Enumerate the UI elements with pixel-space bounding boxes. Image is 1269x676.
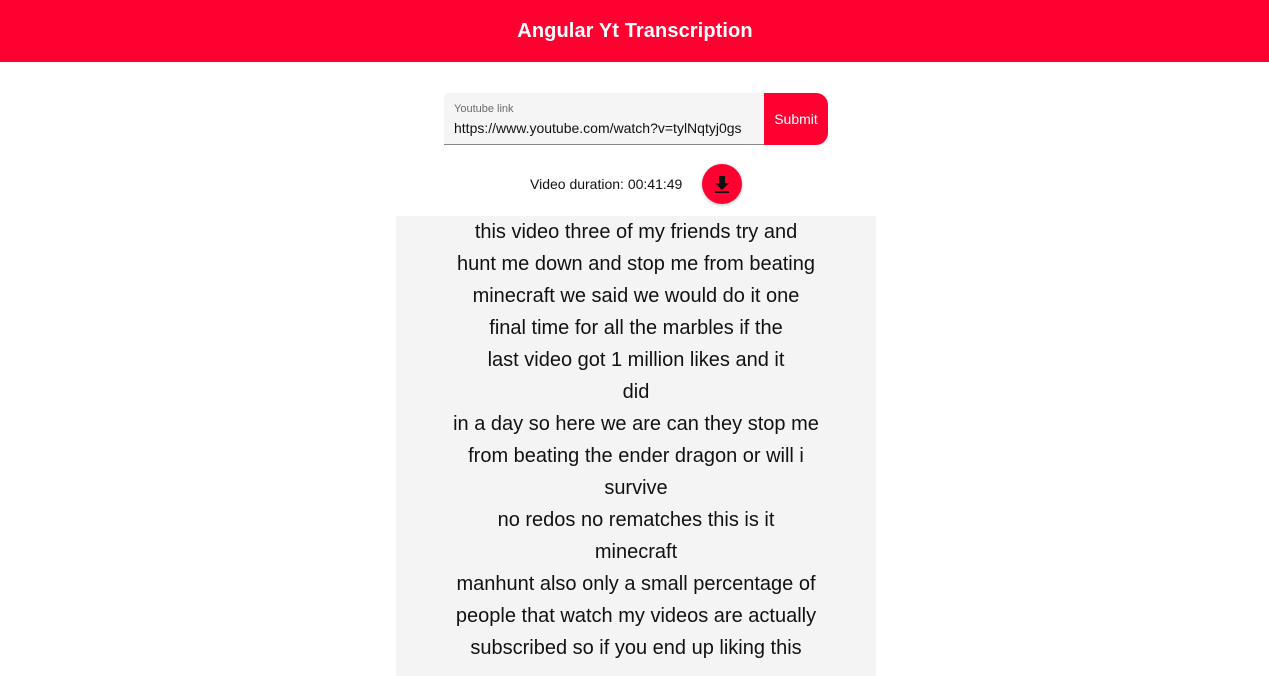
transcript-line: survive xyxy=(604,477,668,499)
transcript-line: minecraft xyxy=(594,541,678,563)
transcript-line: manhunt also only a small percentage of xyxy=(456,573,816,595)
transcript-line: minecraft we said we would do it one xyxy=(472,285,800,307)
transcript-line: in a day so here we are can they stop me xyxy=(453,413,819,435)
transcript-line: last video got 1 million likes and it xyxy=(487,349,785,371)
app-title: Angular Yt Transcription xyxy=(517,19,753,42)
transcript-line: no redos no rematches this is it xyxy=(497,509,775,531)
video-duration: Video duration: 00:41:49 xyxy=(530,176,683,192)
transcript-panel: this video three of my friends try and hu… xyxy=(396,216,876,676)
download-button[interactable] xyxy=(702,164,743,204)
youtube-link-field[interactable]: Youtube link xyxy=(444,93,764,145)
submit-button[interactable]: Submit xyxy=(764,93,828,145)
transcript-line: this video three of my friends try and xyxy=(474,221,798,243)
youtube-link-label: Youtube link xyxy=(454,103,514,115)
download-icon xyxy=(713,175,731,193)
duration-row: Video duration: 00:41:49 xyxy=(530,164,743,204)
transcript-line: from beating the ender dragon or will i xyxy=(468,445,804,467)
transcript-line: hunt me down and stop me from beating xyxy=(457,253,815,275)
youtube-link-input[interactable] xyxy=(454,119,754,137)
app-toolbar: Angular Yt Transcription xyxy=(0,0,1269,62)
transcript-line: final time for all the marbles if the xyxy=(489,317,783,339)
transcript-line: did xyxy=(622,381,650,403)
transcript-line: subscribed so if you end up liking this xyxy=(470,637,802,659)
transcript-line: people that watch my videos are actually xyxy=(455,605,817,627)
link-form: Youtube link Submit xyxy=(444,93,828,145)
